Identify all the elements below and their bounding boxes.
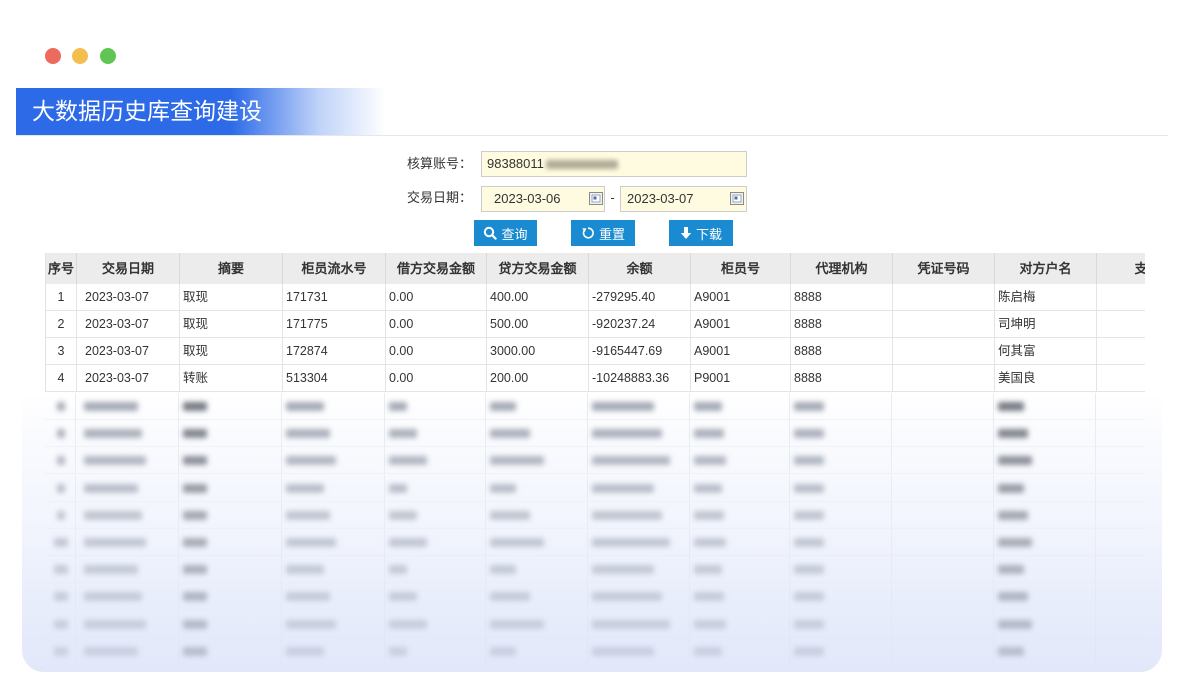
cell-voucher-no (893, 365, 995, 392)
reset-button[interactable]: 重置 (571, 220, 635, 246)
cell-date: 2023-03-07 (77, 365, 180, 392)
cell-balance: -9165447.69 (589, 338, 691, 365)
column-header-date: 交易日期 (77, 253, 180, 284)
column-header-debit-amount: 借方交易金额 (386, 253, 487, 284)
cell-credit-amount: 500.00 (487, 311, 589, 338)
cell-counterparty-name: 何其富 (995, 338, 1097, 365)
column-header-summary: 摘要 (180, 253, 283, 284)
masked-account-digits (546, 160, 618, 169)
cell-counterparty-name: 美国良 (995, 365, 1097, 392)
column-header-credit-amount: 贷方交易金额 (487, 253, 589, 284)
cell-seq: 1 (46, 284, 77, 311)
date-from-value: 2023-03-06 (494, 191, 561, 206)
window-minimize-button[interactable] (72, 48, 88, 64)
cell-agency: 8888 (791, 338, 893, 365)
column-header-balance: 余额 (589, 253, 691, 284)
fade-panel (22, 392, 1162, 672)
column-header-teller-serial: 柜员流水号 (283, 253, 386, 284)
column-header-agency: 代理机构 (791, 253, 893, 284)
cell-seq: 3 (46, 338, 77, 365)
cell-teller-id: A9001 (691, 284, 791, 311)
query-button[interactable]: 查询 (474, 220, 537, 246)
cell-teller-id: A9001 (691, 311, 791, 338)
column-header-cheque: 支票 (1097, 253, 1145, 284)
cell-date: 2023-03-07 (77, 311, 180, 338)
cell-cheque (1097, 311, 1145, 338)
table-row[interactable]: 3 2023-03-07 取现 172874 0.00 3000.00 -9165447.6… (46, 338, 1145, 365)
date-range-separator: - (610, 190, 615, 205)
cell-teller-serial: 172874 (283, 338, 386, 365)
column-header-counterparty-name: 对方户名 (995, 253, 1097, 284)
fade-overlay (22, 392, 1162, 672)
page-banner: 大数据历史库查询建设 (16, 88, 386, 135)
page-title: 大数据历史库查询建设 (32, 98, 262, 124)
cell-seq: 4 (46, 365, 77, 392)
date-label: 交易日期： (406, 190, 472, 205)
query-button-label: 查询 (501, 226, 528, 242)
calendar-icon[interactable] (589, 192, 603, 205)
cell-balance: -10248883.36 (589, 365, 691, 392)
calendar-icon[interactable] (730, 192, 744, 205)
column-header-seq: 序号 (46, 253, 77, 284)
download-button[interactable]: 下载 (669, 220, 733, 246)
column-header-voucher-no: 凭证号码 (893, 253, 995, 284)
cell-date: 2023-03-07 (77, 338, 180, 365)
cell-debit-amount: 0.00 (386, 311, 487, 338)
download-icon (680, 226, 692, 240)
cell-teller-id: P9001 (691, 365, 791, 392)
table-row[interactable]: 2 2023-03-07 取现 171775 0.00 500.00 -920237.24 A… (46, 311, 1145, 338)
date-to-input[interactable]: 2023-03-07 (620, 186, 747, 212)
window-close-button[interactable] (45, 48, 61, 64)
date-to-value: 2023-03-07 (627, 191, 694, 206)
cell-balance: -279295.40 (589, 284, 691, 311)
cell-agency: 8888 (791, 365, 893, 392)
column-header-teller-id: 柜员号 (691, 253, 791, 284)
search-icon (483, 226, 498, 240)
cell-debit-amount: 0.00 (386, 284, 487, 311)
account-label: 核算账号： (406, 156, 472, 171)
cell-voucher-no (893, 311, 995, 338)
cell-seq: 2 (46, 311, 77, 338)
table-row[interactable]: 4 2023-03-07 转账 513304 0.00 200.00 -10248883.3… (46, 365, 1145, 392)
date-from-input[interactable]: 2023-03-06 (481, 186, 605, 212)
cell-debit-amount: 0.00 (386, 338, 487, 365)
cell-summary: 转账 (180, 365, 283, 392)
cell-counterparty-name: 陈启梅 (995, 284, 1097, 311)
transaction-table: 序号 交易日期 摘要 柜员流水号 借方交易金额 贷方交易金额 余额 柜员号 代理机构 凭证号码 对方… (45, 253, 1145, 393)
cell-debit-amount: 0.00 (386, 365, 487, 392)
cell-counterparty-name: 司坤明 (995, 311, 1097, 338)
cell-credit-amount: 3000.00 (487, 338, 589, 365)
cell-cheque (1097, 365, 1145, 392)
download-button-label: 下载 (695, 226, 722, 242)
cell-credit-amount: 200.00 (487, 365, 589, 392)
table-row[interactable]: 1 2023-03-07 取现 171731 0.00 400.00 -279295.40 A… (46, 284, 1145, 311)
cell-date: 2023-03-07 (77, 284, 180, 311)
account-value: 98388011 (487, 156, 544, 171)
cell-teller-id: A9001 (691, 338, 791, 365)
cell-voucher-no (893, 284, 995, 311)
cell-voucher-no (893, 338, 995, 365)
refresh-icon (581, 226, 595, 240)
table-header-row: 序号 交易日期 摘要 柜员流水号 借方交易金额 贷方交易金额 余额 柜员号 代理机构 凭证号码 对方… (46, 253, 1145, 284)
header-divider (16, 135, 1168, 136)
window-maximize-button[interactable] (100, 48, 116, 64)
cell-agency: 8888 (791, 284, 893, 311)
cell-cheque (1097, 338, 1145, 365)
cell-teller-serial: 171731 (283, 284, 386, 311)
cell-teller-serial: 171775 (283, 311, 386, 338)
cell-cheque (1097, 284, 1145, 311)
cell-summary: 取现 (180, 284, 283, 311)
cell-agency: 8888 (791, 311, 893, 338)
cell-balance: -920237.24 (589, 311, 691, 338)
cell-summary: 取现 (180, 338, 283, 365)
cell-credit-amount: 400.00 (487, 284, 589, 311)
reset-button-label: 重置 (598, 226, 625, 242)
cell-summary: 取现 (180, 311, 283, 338)
cell-teller-serial: 513304 (283, 365, 386, 392)
account-input[interactable]: 98388011 (481, 151, 747, 177)
